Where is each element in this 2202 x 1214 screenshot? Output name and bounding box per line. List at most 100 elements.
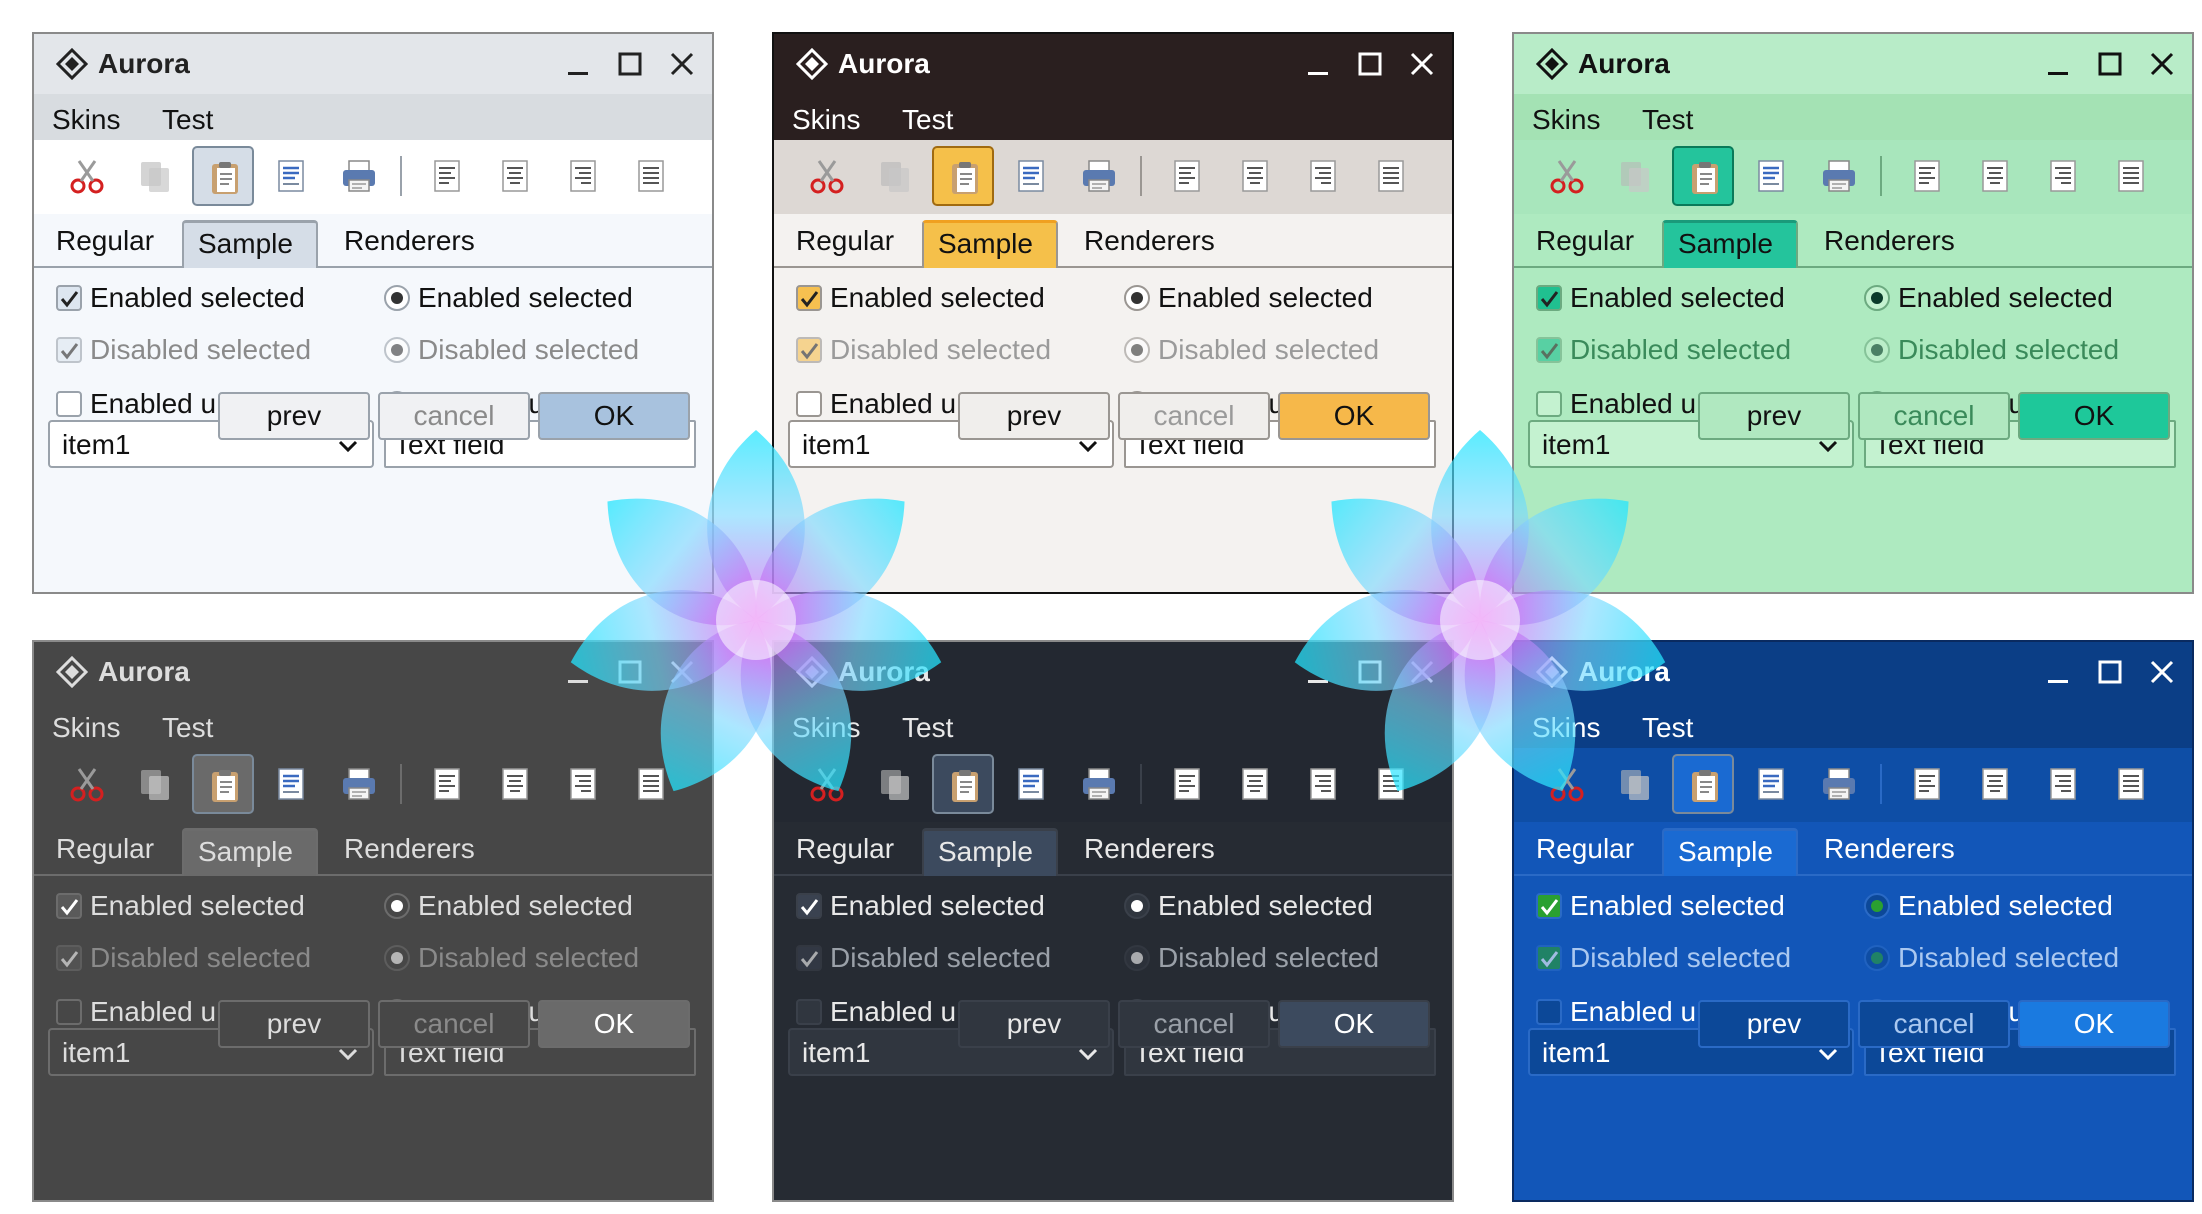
toolbar-align-right-button[interactable] [1292,146,1354,206]
tab-regular[interactable]: Regular [1522,220,1642,268]
maximize-icon[interactable] [2094,656,2126,688]
cancel-button[interactable]: cancel [378,392,530,440]
ok-button[interactable]: OK [2018,392,2170,440]
radio-disabled-selected[interactable] [384,337,410,363]
radio-enabled-selected[interactable] [1124,893,1150,919]
cancel-button[interactable]: cancel [1858,1000,2010,1048]
cancel-button[interactable]: cancel [1118,1000,1270,1048]
menu-item-test[interactable]: Test [902,104,953,136]
toolbar-align-justify-button[interactable] [2100,754,2162,814]
toolbar-align-left-button[interactable] [416,754,478,814]
toolbar-paste-button[interactable] [192,146,254,206]
radio-enabled-selected[interactable] [384,285,410,311]
toolbar-scissors-button[interactable] [796,146,858,206]
toolbar-paste-button[interactable] [1672,754,1734,814]
prev-button[interactable]: prev [958,392,1110,440]
checkbox-disabled-selected[interactable] [1536,945,1562,971]
ok-button[interactable]: OK [538,1000,690,1048]
tab-sample[interactable]: Sample [922,220,1058,268]
tab-renderers[interactable]: Renderers [1070,220,1230,268]
menu-item-skins[interactable]: Skins [792,104,860,136]
menu-item-test[interactable]: Test [1642,104,1693,136]
toolbar-scissors-button[interactable] [1536,146,1598,206]
minimize-icon[interactable] [1302,48,1334,80]
radio-disabled-selected[interactable] [384,945,410,971]
tab-renderers[interactable]: Renderers [330,220,490,268]
toolbar-align-justify-button[interactable] [2100,146,2162,206]
cancel-button[interactable]: cancel [1858,392,2010,440]
radio-disabled-selected[interactable] [1864,945,1890,971]
menu-item-test[interactable]: Test [162,104,213,136]
tab-sample[interactable]: Sample [922,828,1058,876]
toolbar-align-justify-button[interactable] [1360,146,1422,206]
toolbar-document-button[interactable] [260,754,322,814]
menu-item-skins[interactable]: Skins [52,712,120,744]
checkbox-enabled-selected[interactable] [796,893,822,919]
checkbox-enabled-unselected[interactable] [56,999,82,1025]
maximize-icon[interactable] [2094,48,2126,80]
close-icon[interactable] [2146,48,2178,80]
checkbox-disabled-selected[interactable] [56,337,82,363]
close-icon[interactable] [666,48,698,80]
cancel-button[interactable]: cancel [378,1000,530,1048]
checkbox-enabled-selected[interactable] [796,285,822,311]
checkbox-enabled-unselected[interactable] [1536,391,1562,417]
checkbox-enabled-unselected[interactable] [1536,999,1562,1025]
toolbar-align-right-button[interactable] [552,146,614,206]
checkbox-disabled-selected[interactable] [1536,337,1562,363]
tab-regular[interactable]: Regular [782,828,902,876]
toolbar-align-left-button[interactable] [1896,754,1958,814]
menu-item-test[interactable]: Test [162,712,213,744]
radio-enabled-selected[interactable] [384,893,410,919]
radio-disabled-selected[interactable] [1124,337,1150,363]
toolbar-align-left-button[interactable] [416,146,478,206]
cancel-button[interactable]: cancel [1118,392,1270,440]
checkbox-enabled-unselected[interactable] [796,391,822,417]
checkbox-enabled-unselected[interactable] [56,391,82,417]
tab-sample[interactable]: Sample [182,220,318,268]
toolbar-align-justify-button[interactable] [620,146,682,206]
prev-button[interactable]: prev [218,392,370,440]
checkbox-disabled-selected[interactable] [796,945,822,971]
prev-button[interactable]: prev [218,1000,370,1048]
toolbar-printer-button[interactable] [1068,754,1130,814]
tab-renderers[interactable]: Renderers [1810,220,1970,268]
toolbar-align-left-button[interactable] [1156,754,1218,814]
toolbar-printer-button[interactable] [328,754,390,814]
close-icon[interactable] [2146,656,2178,688]
toolbar-document-button[interactable] [1740,754,1802,814]
maximize-icon[interactable] [614,48,646,80]
prev-button[interactable]: prev [1698,392,1850,440]
toolbar-scissors-button[interactable] [56,754,118,814]
radio-disabled-selected[interactable] [1864,337,1890,363]
toolbar-document-button[interactable] [260,146,322,206]
radio-disabled-selected[interactable] [1124,945,1150,971]
toolbar-paste-button[interactable] [192,754,254,814]
checkbox-enabled-selected[interactable] [56,893,82,919]
toolbar-copy-button[interactable] [1604,146,1666,206]
toolbar-copy-button[interactable] [124,754,186,814]
toolbar-printer-button[interactable] [1808,146,1870,206]
title-bar[interactable]: Aurora [774,34,1452,94]
title-bar[interactable]: Aurora [34,34,712,94]
tab-regular[interactable]: Regular [1522,828,1642,876]
checkbox-enabled-selected[interactable] [1536,893,1562,919]
toolbar-paste-button[interactable] [932,146,994,206]
prev-button[interactable]: prev [958,1000,1110,1048]
toolbar-document-button[interactable] [1000,754,1062,814]
toolbar-copy-button[interactable] [864,146,926,206]
tab-sample[interactable]: Sample [1662,220,1798,268]
checkbox-enabled-unselected[interactable] [796,999,822,1025]
toolbar-printer-button[interactable] [1808,754,1870,814]
toolbar-copy-button[interactable] [124,146,186,206]
ok-button[interactable]: OK [1278,1000,1430,1048]
toolbar-printer-button[interactable] [328,146,390,206]
tab-regular[interactable]: Regular [42,220,162,268]
toolbar-align-right-button[interactable] [2032,146,2094,206]
toolbar-align-left-button[interactable] [1896,146,1958,206]
ok-button[interactable]: OK [2018,1000,2170,1048]
toolbar-align-center-button[interactable] [484,146,546,206]
close-icon[interactable] [1406,48,1438,80]
toolbar-align-center-button[interactable] [484,754,546,814]
tab-sample[interactable]: Sample [182,828,318,876]
